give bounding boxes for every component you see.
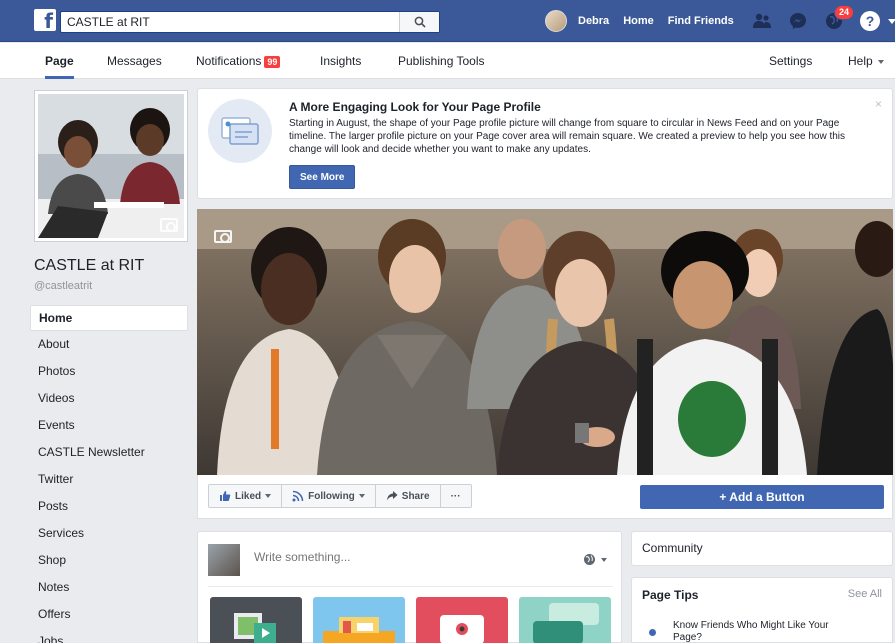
following-button[interactable]: Following <box>282 485 376 507</box>
more-options-button[interactable]: ··· <box>441 485 471 507</box>
sidebar-item-home[interactable]: Home <box>30 305 188 331</box>
home-link[interactable]: Home <box>616 15 661 27</box>
sidebar-item-videos[interactable]: Videos <box>30 385 188 412</box>
page-tips-box: Page Tips See All Know Friends Who Might… <box>631 577 893 643</box>
notifications-tab-badge: 99 <box>264 56 281 68</box>
tab-notifications-label: Notifications <box>196 54 262 68</box>
notifications-globe-icon[interactable]: 24 <box>824 5 855 31</box>
globe-icon <box>584 554 595 565</box>
sidebar-item-photos[interactable]: Photos <box>30 358 188 385</box>
audience-selector[interactable] <box>583 553 607 566</box>
thumbs-up-icon <box>220 491 231 501</box>
profile-preview-icon <box>208 99 272 163</box>
user-avatar[interactable] <box>545 10 567 32</box>
page-sidebar-nav: Home About Photos Videos Events CASTLE N… <box>30 305 188 643</box>
update-profile-camera-icon[interactable] <box>160 218 178 232</box>
search-button[interactable] <box>399 12 439 32</box>
post-composer <box>197 531 622 643</box>
live-video-icon <box>440 615 484 643</box>
write-something-input[interactable] <box>254 550 554 564</box>
tip-bullet-icon <box>649 629 656 636</box>
page-navigation: Page Messages Notifications 99 Insights P… <box>0 43 895 79</box>
notifications-count-badge: 24 <box>834 5 855 20</box>
top-bar: f Debra Home Find Friends 24 ? <box>0 0 895 42</box>
help-caret-icon <box>877 59 884 64</box>
notice-title: A More Engaging Look for Your Page Profi… <box>289 100 541 114</box>
tab-publishing-tools[interactable]: Publishing Tools <box>398 43 485 79</box>
top-nav-links: Debra Home Find Friends <box>545 0 741 42</box>
cover-photo-illustration <box>197 209 893 475</box>
profile-photo-illustration <box>38 94 184 238</box>
sidebar-item-castle-newsletter[interactable]: CASTLE Newsletter <box>30 439 188 466</box>
cover-photo[interactable] <box>197 209 893 475</box>
sidebar-item-twitter[interactable]: Twitter <box>30 466 188 493</box>
following-caret-icon <box>358 494 365 498</box>
composer-page-avatar <box>208 544 240 576</box>
sidebar-item-services[interactable]: Services <box>30 520 188 547</box>
sidebar-item-notes[interactable]: Notes <box>30 574 188 601</box>
tab-help-label: Help <box>848 54 873 68</box>
search-icon <box>414 16 426 28</box>
composer-divider <box>208 586 613 587</box>
sidebar-item-jobs[interactable]: Jobs <box>30 628 188 643</box>
friend-requests-icon[interactable] <box>752 11 772 31</box>
share-arrow-icon <box>386 491 398 501</box>
tab-insights[interactable]: Insights <box>320 43 361 79</box>
page-username[interactable]: @castleatrit <box>34 280 92 292</box>
sidebar-item-about[interactable]: About <box>30 331 188 358</box>
photo-video-icon <box>234 613 276 643</box>
photo-video-tile[interactable] <box>210 597 302 643</box>
page-title: CASTLE at RIT <box>34 257 145 274</box>
share-label: Share <box>401 490 430 502</box>
search-box <box>60 11 440 33</box>
sidebar-item-shop[interactable]: Shop <box>30 547 188 574</box>
event-tile[interactable] <box>519 597 611 643</box>
offer-tile[interactable] <box>313 597 405 643</box>
profile-picture[interactable] <box>34 90 188 242</box>
find-friends-link[interactable]: Find Friends <box>661 15 741 27</box>
search-input[interactable] <box>61 12 401 32</box>
community-title: Community <box>642 541 703 555</box>
page-action-buttons: Liked Following Share ··· <box>208 484 472 508</box>
account-menu-caret-icon[interactable] <box>888 18 895 24</box>
sidebar-item-events[interactable]: Events <box>30 412 188 439</box>
tab-settings[interactable]: Settings <box>769 43 812 79</box>
following-label: Following <box>308 490 355 502</box>
see-all-link[interactable]: See All <box>848 588 882 600</box>
add-a-button[interactable]: + Add a Button <box>640 485 884 509</box>
liked-label: Liked <box>235 490 262 502</box>
tab-page[interactable]: Page <box>45 43 74 79</box>
messenger-icon[interactable] <box>788 11 808 31</box>
profile-update-notice: A More Engaging Look for Your Page Profi… <box>197 88 893 199</box>
top-icons: 24 ? <box>752 0 895 42</box>
sidebar-item-offers[interactable]: Offers <box>30 601 188 628</box>
tab-notifications[interactable]: Notifications 99 <box>196 43 281 79</box>
liked-caret-icon <box>265 494 272 498</box>
share-button[interactable]: Share <box>376 485 441 507</box>
user-name-link[interactable]: Debra <box>571 15 616 27</box>
rss-follow-icon <box>292 490 304 502</box>
sidebar-item-posts[interactable]: Posts <box>30 493 188 520</box>
live-video-tile[interactable] <box>416 597 508 643</box>
speech-bubble-icon <box>533 603 599 643</box>
help-icon[interactable]: ? <box>860 11 880 31</box>
page-tips-title: Page Tips <box>642 588 699 602</box>
see-more-button[interactable]: See More <box>289 165 356 189</box>
update-cover-camera-icon[interactable] <box>214 230 232 243</box>
facebook-logo-icon[interactable]: f <box>34 9 56 31</box>
notice-body: Starting in August, the shape of your Pa… <box>289 118 846 155</box>
liked-button[interactable]: Liked <box>209 485 283 507</box>
tab-help[interactable]: Help <box>848 43 884 79</box>
tab-messages[interactable]: Messages <box>107 43 162 79</box>
audience-caret-icon <box>601 557 607 562</box>
profile-photo <box>38 94 184 238</box>
tip-know-friends-link[interactable]: Know Friends Who Might Like Your Page? <box>673 620 853 643</box>
close-icon[interactable]: × <box>875 97 882 111</box>
community-box[interactable]: Community <box>631 531 893 566</box>
page-action-bar: Liked Following Share ··· + Add a Button <box>197 475 893 519</box>
store-offer-icon <box>323 617 395 643</box>
